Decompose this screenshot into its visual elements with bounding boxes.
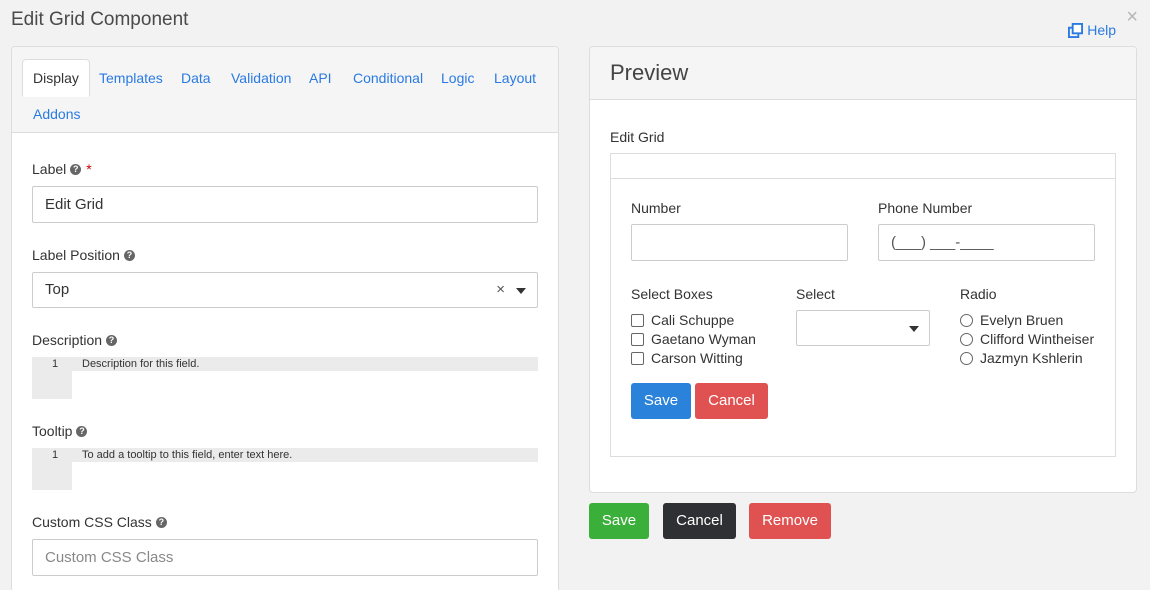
tab-validation[interactable]: Validation — [221, 60, 301, 96]
save-button[interactable]: Save — [589, 503, 649, 539]
tab-bar: Display Templates Data Validation API Co… — [12, 47, 558, 133]
description-editor[interactable]: 1 Description for this field. — [32, 357, 538, 399]
caret-down-icon[interactable] — [909, 326, 919, 332]
number-input[interactable] — [631, 224, 848, 261]
cancel-button[interactable]: Cancel — [663, 503, 736, 539]
checkbox-option[interactable]: Gaetano Wyman — [631, 331, 756, 347]
tab-api[interactable]: API — [299, 60, 342, 96]
preview-title: Preview — [590, 47, 1136, 100]
radio-option[interactable]: Jazmyn Kshlerin — [960, 350, 1083, 366]
select-dropdown[interactable] — [796, 310, 930, 346]
tab-conditional[interactable]: Conditional — [343, 60, 433, 96]
select-label: Select — [796, 286, 835, 302]
dialog-title: Edit Grid Component — [11, 9, 189, 30]
row-save-button[interactable]: Save — [631, 383, 691, 419]
close-icon[interactable]: × — [1126, 7, 1138, 27]
custom-css-label: Custom CSS Class ? — [32, 514, 167, 530]
tab-data[interactable]: Data — [171, 60, 221, 96]
question-circle-icon[interactable]: ? — [76, 425, 88, 437]
question-circle-icon[interactable]: ? — [123, 249, 135, 261]
label-position-select[interactable]: Top × — [32, 272, 538, 308]
question-circle-icon[interactable]: ? — [155, 516, 167, 528]
question-circle-icon[interactable]: ? — [106, 334, 118, 346]
tab-templates[interactable]: Templates — [89, 60, 173, 96]
remove-button[interactable]: Remove — [749, 503, 831, 539]
tab-display[interactable]: Display — [22, 59, 90, 97]
checkbox[interactable] — [631, 332, 644, 346]
label-input[interactable]: Edit Grid — [32, 186, 538, 223]
label-position-label: Label Position ? — [32, 247, 135, 263]
radio-button[interactable] — [960, 313, 973, 327]
edit-grid-label: Edit Grid — [610, 129, 665, 145]
required-marker: * — [86, 161, 92, 177]
caret-down-icon[interactable] — [516, 288, 526, 294]
label-field-label: Label ? * — [32, 161, 92, 177]
description-placeholder: Description for this field. — [82, 358, 200, 370]
line-number: 1 — [52, 449, 59, 461]
preview-panel: Preview Edit Grid Number Phone Number (_… — [589, 46, 1137, 493]
description-label: Description ? — [32, 332, 118, 348]
checkbox-option[interactable]: Cali Schuppe — [631, 312, 734, 328]
custom-css-input[interactable]: Custom CSS Class — [32, 539, 538, 576]
edit-grid-header — [611, 154, 1115, 179]
checkbox[interactable] — [631, 313, 644, 327]
tooltip-label: Tooltip ? — [32, 423, 88, 439]
tooltip-editor[interactable]: 1 To add a tooltip to this field, enter … — [32, 448, 538, 490]
radio-option[interactable]: Evelyn Bruen — [960, 312, 1063, 328]
number-label: Number — [631, 200, 681, 216]
external-link-icon — [1068, 22, 1084, 38]
radio-option[interactable]: Clifford Wintheiser — [960, 331, 1094, 347]
tab-addons[interactable]: Addons — [23, 96, 90, 132]
settings-panel: Display Templates Data Validation API Co… — [11, 46, 559, 590]
row-cancel-button[interactable]: Cancel — [695, 383, 768, 419]
tab-logic[interactable]: Logic — [431, 60, 484, 96]
radio-button[interactable] — [960, 351, 973, 365]
radio-button[interactable] — [960, 332, 973, 346]
edit-grid: Number Phone Number (___) ___-____ Selec… — [610, 153, 1116, 457]
select-boxes-label: Select Boxes — [631, 286, 713, 302]
radio-label: Radio — [960, 286, 997, 302]
question-circle-icon[interactable]: ? — [70, 163, 82, 175]
help-link[interactable]: Help — [1068, 22, 1116, 38]
tooltip-placeholder: To add a tooltip to this field, enter te… — [82, 449, 293, 461]
checkbox-option[interactable]: Carson Witting — [631, 350, 743, 366]
editor-line: 1 Description for this field. — [32, 357, 538, 371]
phone-label: Phone Number — [878, 200, 973, 216]
editor-line: 1 To add a tooltip to this field, enter … — [32, 448, 538, 462]
tab-layout[interactable]: Layout — [484, 60, 546, 96]
phone-input[interactable]: (___) ___-____ — [878, 224, 1095, 261]
help-label: Help — [1087, 22, 1116, 38]
label-position-value: Top — [45, 281, 70, 298]
line-number: 1 — [52, 358, 59, 370]
clear-icon[interactable]: × — [496, 273, 505, 307]
checkbox[interactable] — [631, 351, 644, 365]
